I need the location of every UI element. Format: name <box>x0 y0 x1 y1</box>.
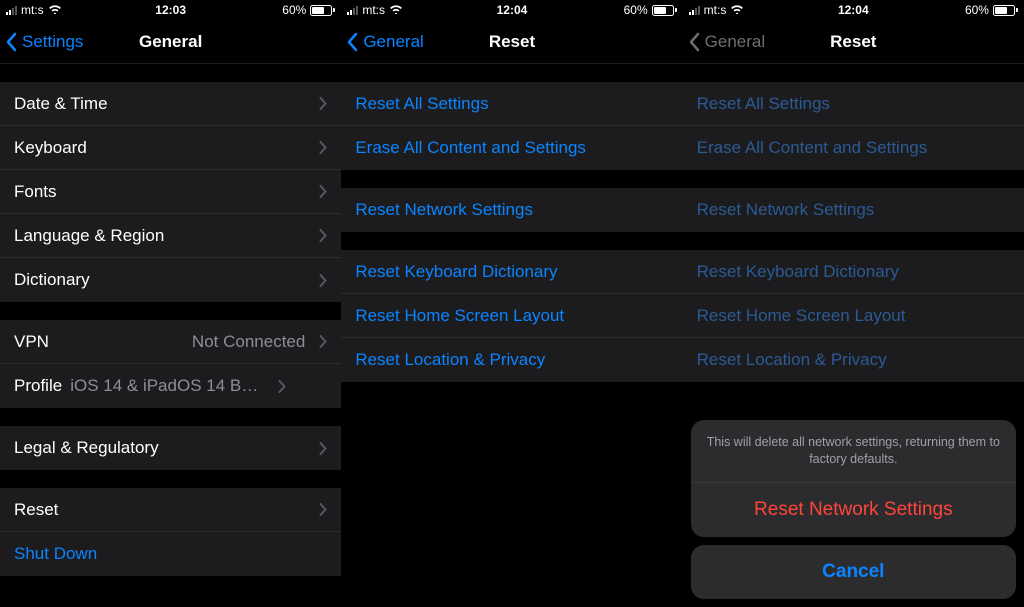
status-bar: mt:s 12:04 60% <box>341 0 682 20</box>
chevron-right-icon <box>319 335 327 348</box>
row-reset-home-layout[interactable]: Reset Home Screen Layout <box>341 294 682 338</box>
chevron-right-icon <box>319 141 327 154</box>
row-reset-keyboard-dict: Reset Keyboard Dictionary <box>683 250 1024 294</box>
battery-icon <box>993 5 1018 16</box>
chevron-right-icon <box>319 229 327 242</box>
back-label: Settings <box>22 32 83 52</box>
chevron-right-icon <box>319 442 327 455</box>
screen-reset-confirm: mt:s 12:04 60% General Reset Reset All S… <box>683 0 1024 607</box>
row-fonts[interactable]: Fonts <box>0 170 341 214</box>
chevron-left-icon <box>347 32 359 52</box>
row-vpn[interactable]: VPN Not Connected <box>0 320 341 364</box>
row-legal[interactable]: Legal & Regulatory <box>0 426 341 470</box>
carrier-label: mt:s <box>704 3 727 17</box>
action-sheet: This will delete all network settings, r… <box>691 420 1016 599</box>
signal-icon <box>347 5 358 15</box>
row-keyboard[interactable]: Keyboard <box>0 126 341 170</box>
chevron-left-icon <box>6 32 18 52</box>
page-title: Reset <box>489 32 535 52</box>
row-erase-all[interactable]: Erase All Content and Settings <box>341 126 682 170</box>
carrier-label: mt:s <box>362 3 385 17</box>
page-title: General <box>139 32 202 52</box>
battery-icon <box>652 5 677 16</box>
row-erase-all: Erase All Content and Settings <box>683 126 1024 170</box>
nav-bar: General Reset <box>341 20 682 64</box>
screen-general: mt:s 12:03 60% Settings General Date & T… <box>0 0 341 607</box>
battery-pct: 60% <box>282 3 306 17</box>
chevron-right-icon <box>278 380 286 393</box>
status-bar: mt:s 12:04 60% <box>683 0 1024 20</box>
row-reset-network: Reset Network Settings <box>683 188 1024 232</box>
back-button[interactable]: Settings <box>6 32 83 52</box>
clock: 12:04 <box>497 3 528 17</box>
back-label: General <box>705 32 765 52</box>
sheet-message: This will delete all network settings, r… <box>691 420 1016 483</box>
row-reset-location-privacy[interactable]: Reset Location & Privacy <box>341 338 682 382</box>
row-reset-all: Reset All Settings <box>683 82 1024 126</box>
chevron-right-icon <box>319 185 327 198</box>
signal-icon <box>689 5 700 15</box>
clock: 12:03 <box>155 3 186 17</box>
row-reset-home-layout: Reset Home Screen Layout <box>683 294 1024 338</box>
nav-bar: Settings General <box>0 20 341 64</box>
status-bar: mt:s 12:03 60% <box>0 0 341 20</box>
row-reset-keyboard-dict[interactable]: Reset Keyboard Dictionary <box>341 250 682 294</box>
chevron-right-icon <box>319 274 327 287</box>
wifi-icon <box>48 3 62 17</box>
battery-pct: 60% <box>624 3 648 17</box>
back-label: General <box>363 32 423 52</box>
chevron-right-icon <box>319 97 327 110</box>
carrier-label: mt:s <box>21 3 44 17</box>
screen-reset: mt:s 12:04 60% General Reset Reset All S… <box>341 0 682 607</box>
row-reset-location-privacy: Reset Location & Privacy <box>683 338 1024 382</box>
cancel-button[interactable]: Cancel <box>691 545 1016 599</box>
profile-value: iOS 14 & iPadOS 14 Beta Softwar... <box>70 376 270 396</box>
row-reset[interactable]: Reset <box>0 488 341 532</box>
row-reset-all[interactable]: Reset All Settings <box>341 82 682 126</box>
signal-icon <box>6 5 17 15</box>
battery-pct: 60% <box>965 3 989 17</box>
confirm-reset-network-button[interactable]: Reset Network Settings <box>691 483 1016 537</box>
wifi-icon <box>389 3 403 17</box>
back-button[interactable]: General <box>347 32 423 52</box>
chevron-left-icon <box>689 32 701 52</box>
battery-icon <box>310 5 335 16</box>
row-reset-network[interactable]: Reset Network Settings <box>341 188 682 232</box>
row-profile[interactable]: Profile iOS 14 & iPadOS 14 Beta Softwar.… <box>0 364 341 408</box>
back-button: General <box>689 32 765 52</box>
row-language-region[interactable]: Language & Region <box>0 214 341 258</box>
page-title: Reset <box>830 32 876 52</box>
row-shutdown[interactable]: Shut Down <box>0 532 341 576</box>
vpn-status: Not Connected <box>192 332 311 352</box>
row-dictionary[interactable]: Dictionary <box>0 258 341 302</box>
chevron-right-icon <box>319 503 327 516</box>
row-date-time[interactable]: Date & Time <box>0 82 341 126</box>
nav-bar: General Reset <box>683 20 1024 64</box>
wifi-icon <box>730 3 744 17</box>
clock: 12:04 <box>838 3 869 17</box>
